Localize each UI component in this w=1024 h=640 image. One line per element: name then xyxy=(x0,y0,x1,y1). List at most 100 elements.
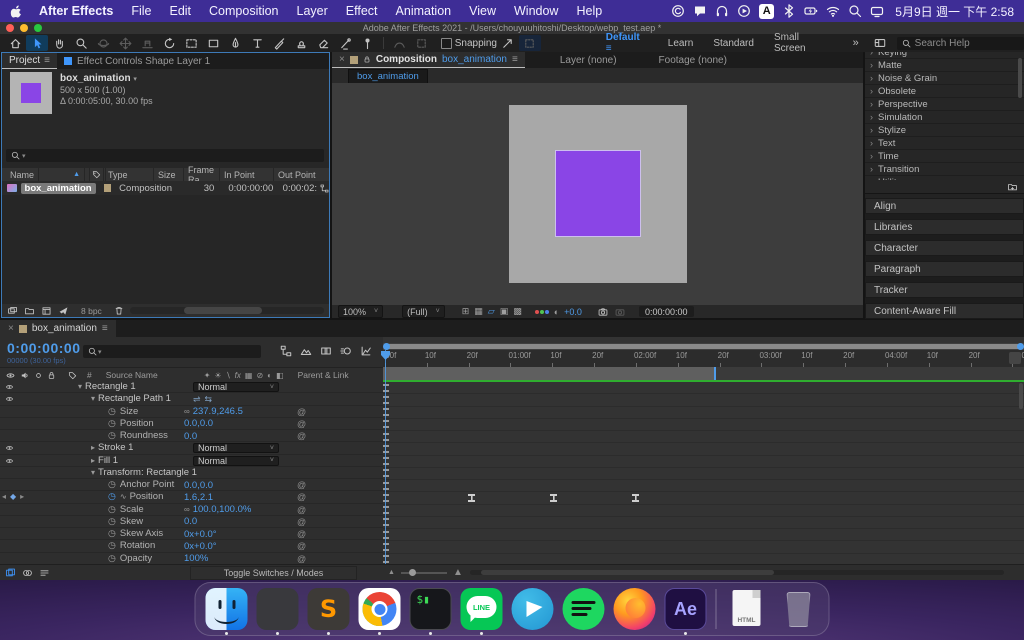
work-area-bar[interactable] xyxy=(383,367,716,380)
row-label-area[interactable]: ▸Stroke 1 xyxy=(91,442,133,453)
stopwatch-icon[interactable]: ◷ xyxy=(108,553,116,564)
dock-app-sublime-text[interactable]: S xyxy=(308,588,350,630)
track-row[interactable] xyxy=(383,407,1024,419)
video-eye-icon[interactable] xyxy=(4,444,15,452)
video-column-icon[interactable] xyxy=(5,371,16,380)
composition-canvas[interactable] xyxy=(509,105,687,283)
timeline-row-roundness[interactable]: ◷Roundness0.0@ xyxy=(0,430,383,442)
effects-category-obsolete[interactable]: ›Obsolete xyxy=(865,85,1024,98)
snap-arrow-icon[interactable] xyxy=(497,35,519,51)
timeline-row-stroke-1[interactable]: ▸Stroke 1Normal˅ xyxy=(0,442,383,454)
keyframe-icon[interactable] xyxy=(468,494,475,502)
row-label[interactable]: Position xyxy=(120,418,154,429)
menu-item-edit[interactable]: Edit xyxy=(160,4,200,18)
project-empty-area[interactable] xyxy=(2,195,329,304)
channel-icon[interactable] xyxy=(535,310,549,314)
track-row[interactable] xyxy=(383,468,1024,480)
color-depth-button[interactable]: 8 bpc xyxy=(75,306,108,316)
panel-tab-paragraph[interactable]: Paragraph xyxy=(865,261,1024,277)
panel-menu-icon[interactable]: ≡ xyxy=(102,323,108,334)
panel-tab-content-aware-fill[interactable]: Content-Aware Fill xyxy=(865,303,1024,319)
track-row[interactable] xyxy=(383,505,1024,517)
timeline-row-skew-axis[interactable]: ◷Skew Axis0x+0.0°@ xyxy=(0,528,383,540)
timeline-row-transform-rectangle-1[interactable]: ▾Transform: Rectangle 1 xyxy=(0,467,383,479)
keyframe-navigator[interactable]: ◂◆▸ xyxy=(2,492,24,501)
row-label-area[interactable]: ▸Fill 1 xyxy=(91,455,118,466)
stopwatch-icon[interactable]: ◷ xyxy=(108,491,116,502)
effects-category-matte[interactable]: ›Matte xyxy=(865,59,1024,72)
panel-tab-tracker[interactable]: Tracker xyxy=(865,282,1024,298)
property-value[interactable]: 0.0 xyxy=(184,516,197,527)
close-tab-icon[interactable]: × xyxy=(339,54,345,65)
panel-menu-icon[interactable]: ≡ xyxy=(512,54,518,65)
menu-item-composition[interactable]: Composition xyxy=(200,4,287,18)
headphones-icon[interactable] xyxy=(715,4,729,18)
row-label[interactable]: Opacity xyxy=(120,553,152,564)
current-timecode[interactable]: 0:00:00:00 xyxy=(7,340,81,356)
property-value[interactable]: 0.0,0.0 xyxy=(184,418,213,429)
stopwatch-icon[interactable]: ◷ xyxy=(108,479,116,490)
display-icon[interactable] xyxy=(870,4,884,18)
timeline-track-area[interactable]: :00f10f20f01:00f10f20f02:00f10f20f03:00f… xyxy=(383,337,1024,565)
twirl-icon[interactable]: ▾ xyxy=(78,382,82,391)
pick-whip-icon[interactable]: @ xyxy=(297,529,306,539)
exposure-value[interactable]: +0.0 xyxy=(564,307,582,317)
draft-3d-icon[interactable] xyxy=(300,345,312,357)
show-snapshot-icon[interactable] xyxy=(614,307,626,317)
project-row-box-animation[interactable]: box_animation Composition 30 0:00:00:00 … xyxy=(2,181,329,195)
comp-marker-bin[interactable] xyxy=(1009,352,1021,364)
pick-whip-icon[interactable]: @ xyxy=(297,492,306,502)
type-tool[interactable] xyxy=(246,35,268,51)
camera-tool[interactable] xyxy=(180,35,202,51)
timeline-row-rotation[interactable]: ◷Rotation0x+0.0°@ xyxy=(0,540,383,552)
track-row[interactable] xyxy=(383,480,1024,492)
twirl-icon[interactable]: ▸ xyxy=(91,443,95,452)
pick-whip-icon[interactable]: @ xyxy=(297,554,306,564)
row-label[interactable]: Rectangle 1 xyxy=(85,381,136,392)
previous-keyframe-icon[interactable]: ◂ xyxy=(2,492,6,501)
viewer-timecode[interactable]: 0:00:00:00 xyxy=(639,306,694,317)
pen-tool[interactable] xyxy=(224,35,246,51)
property-value[interactable]: 0.0 xyxy=(184,431,197,442)
tab-effect-controls[interactable]: Effect Controls Shape Layer 1 xyxy=(57,53,217,69)
dock-app-firefox[interactable] xyxy=(614,588,656,630)
new-folder-icon[interactable] xyxy=(24,306,35,316)
magnification-dropdown[interactable]: 100%˅ xyxy=(338,305,383,318)
effects-category-perspective[interactable]: ›Perspective xyxy=(865,98,1024,111)
manage-workspaces-icon[interactable] xyxy=(869,35,891,51)
zoom-in-mountain-icon[interactable]: ▲ xyxy=(453,567,463,578)
workspace-default[interactable]: Default ≡ xyxy=(596,32,658,54)
current-time-indicator[interactable] xyxy=(385,350,386,565)
menu-item-help[interactable]: Help xyxy=(567,4,611,18)
project-search-field[interactable]: ▾ xyxy=(6,149,324,162)
timeline-row-opacity[interactable]: ◷Opacity100%@ xyxy=(0,553,383,565)
work-area-track[interactable] xyxy=(383,367,1024,380)
dimension-link-icon[interactable]: ∞ xyxy=(184,505,190,514)
effects-scrollbar[interactable] xyxy=(1018,58,1022,98)
time-ruler[interactable]: :00f10f20f01:00f10f20f02:00f10f20f03:00f… xyxy=(383,350,1024,368)
track-row[interactable] xyxy=(383,382,1024,394)
composition-flowchart-icon[interactable] xyxy=(280,345,292,357)
row-label-area[interactable]: ◷∿Position xyxy=(108,491,163,502)
bluetooth-icon[interactable] xyxy=(782,4,796,18)
stopwatch-icon[interactable]: ◷ xyxy=(108,418,116,429)
timeline-search-field[interactable]: ▾ xyxy=(83,345,261,358)
collapse-icon[interactable]: ☀ xyxy=(214,371,221,380)
stopwatch-icon[interactable]: ◷ xyxy=(108,406,116,417)
dock-app-telegram[interactable] xyxy=(512,588,554,630)
track-row[interactable] xyxy=(383,492,1024,504)
stopwatch-icon[interactable]: ◷ xyxy=(108,516,116,527)
row-label-area[interactable]: ◷Size xyxy=(108,406,138,417)
dock-app-html-file[interactable]: HTML xyxy=(726,588,768,630)
region-of-interest-icon[interactable]: ▣ xyxy=(500,306,509,317)
new-composition-icon[interactable] xyxy=(41,306,52,316)
roto-brush-tool[interactable] xyxy=(334,35,356,51)
graph-editor-icon[interactable] xyxy=(360,345,372,357)
workspace-standard[interactable]: Standard xyxy=(703,38,764,49)
viewer-mini-tab[interactable]: box_animation xyxy=(348,69,428,84)
effects-category-noise-grain[interactable]: ›Noise & Grain xyxy=(865,72,1024,85)
timeline-row-anchor-point[interactable]: ◷Anchor Point0.0,0.0@ xyxy=(0,479,383,491)
timeline-row-rectangle-path-1[interactable]: ▾Rectangle Path 1⇌⇆ xyxy=(0,393,383,405)
menubar-clock[interactable]: 5月9日 週一 下午 2:58 xyxy=(895,3,1014,20)
snapshot-camera-icon[interactable] xyxy=(597,307,609,317)
